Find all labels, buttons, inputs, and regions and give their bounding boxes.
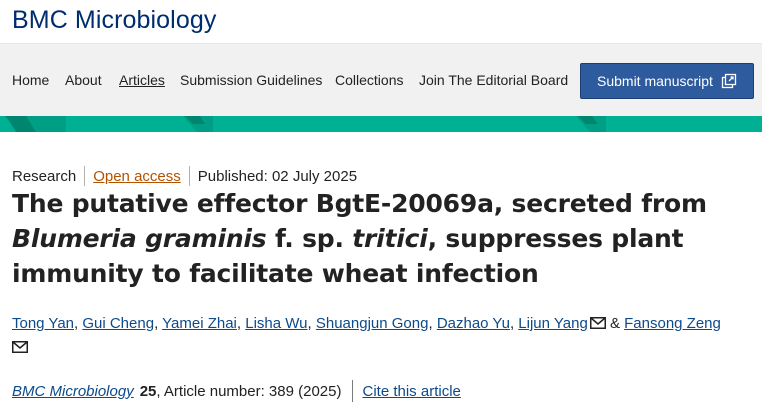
author-link[interactable]: Lijun Yang (518, 315, 588, 332)
meta-divider (188, 166, 190, 186)
title-species: Blumeria graminis (12, 224, 267, 253)
external-link-icon (721, 73, 737, 89)
title-text-1: The putative effector BgtE-20069a, secre… (12, 189, 707, 218)
author-link[interactable]: Fansong Zeng (624, 315, 721, 332)
title-forma: tritici (352, 224, 428, 253)
author-link[interactable]: Dazhao Yu (437, 315, 510, 332)
site-header: BMC Microbiology (0, 0, 762, 44)
journal-title-link[interactable]: BMC Microbiology (12, 6, 216, 35)
author-link[interactable]: Yamei Zhai (162, 315, 237, 332)
citation-line: BMC Microbiology 25 , Article number: 38… (12, 380, 461, 402)
author-link[interactable]: Gui Cheng (82, 315, 154, 332)
author-list: Tong Yan, Gui Cheng, Yamei Zhai, Lisha W… (12, 312, 757, 360)
envelope-icon[interactable] (589, 317, 606, 329)
article-meta: Research Open access Published: 02 July … (12, 166, 357, 186)
band-pattern-graphic (4, 116, 606, 132)
nav-articles[interactable]: Articles (119, 72, 165, 88)
article-type: Research (12, 167, 77, 185)
meta-divider (84, 166, 86, 186)
nav-about[interactable]: About (65, 72, 102, 88)
author-link[interactable]: Tong Yan (12, 315, 74, 332)
published-date: Published: 02 July 2025 (197, 167, 358, 185)
author-last-separator: & (605, 315, 625, 332)
author-link[interactable]: Shuangjun Gong (316, 315, 429, 332)
main-navigation: Home About Articles Submission Guideline… (0, 44, 762, 116)
nav-join-editorial-board[interactable]: Join The Editorial Board (419, 72, 568, 88)
nav-home[interactable]: Home (12, 72, 49, 88)
open-access-link[interactable]: Open access (93, 168, 181, 185)
title-text-2: f. sp. (266, 224, 353, 253)
author-separator: , (307, 315, 316, 332)
citation-journal-link[interactable]: BMC Microbiology (12, 383, 134, 400)
citation-divider (351, 380, 353, 402)
envelope-icon[interactable] (12, 341, 28, 353)
author-separator: , (154, 315, 163, 332)
decorative-brand-band (0, 116, 762, 132)
article-title: The putative effector BgtE-20069a, secre… (12, 186, 752, 291)
author-link[interactable]: Lisha Wu (245, 315, 307, 332)
author-separator: , (428, 315, 437, 332)
nav-submission-guidelines[interactable]: Submission Guidelines (180, 72, 322, 88)
submit-manuscript-button[interactable]: Submit manuscript (580, 63, 754, 99)
author-separator: , (236, 315, 246, 332)
citation-volume: 25 (139, 382, 157, 400)
cite-this-article-link[interactable]: Cite this article (363, 383, 461, 400)
citation-article-number: , Article number: 389 (2025) (156, 382, 342, 400)
nav-collections[interactable]: Collections (335, 72, 403, 88)
submit-manuscript-label: Submit manuscript (597, 73, 713, 89)
